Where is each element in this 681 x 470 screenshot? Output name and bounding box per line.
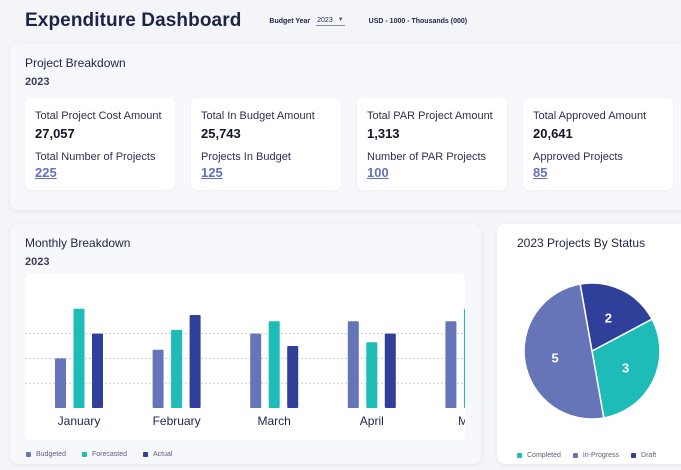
kpi-card-total-par: Total PAR Project Amount 1,313 Number of… bbox=[357, 98, 507, 190]
bar-forecasted-march bbox=[268, 321, 280, 408]
kpi-cards: Total Project Cost Amount 27,057 Total N… bbox=[25, 98, 673, 190]
monthly-breakdown-panel: Monthly Breakdown 2023 January February Ma… bbox=[10, 224, 481, 464]
x-tick-label: February bbox=[153, 414, 201, 428]
kpi-sub-label: Number of PAR Projects bbox=[367, 151, 487, 163]
bar-actual-april bbox=[384, 333, 396, 408]
bar-chart-svg: January February March April May bbox=[25, 308, 465, 428]
legend-item-budgeted: Budgeted bbox=[26, 451, 66, 458]
kpi-card-total-project-cost: Total Project Cost Amount 27,057 Total N… bbox=[25, 98, 175, 190]
kpi-value: 1,313 bbox=[367, 126, 400, 141]
legend-label: Actual bbox=[153, 451, 173, 458]
bar-actual-march bbox=[287, 346, 299, 408]
kpi-card-total-in-budget: Total In Budget Amount 25,743 Projects I… bbox=[191, 98, 341, 190]
budget-year-label: Budget Year bbox=[269, 17, 311, 25]
legend-swatch bbox=[572, 453, 578, 458]
total-projects-link[interactable]: 225 bbox=[35, 165, 57, 180]
x-tick-label: May bbox=[458, 414, 465, 428]
kpi-sub-label: Projects In Budget bbox=[201, 151, 291, 163]
kpi-card-total-approved: Total Approved Amount 20,641 Approved Pr… bbox=[523, 98, 673, 190]
legend-item-forecasted: Forecasted bbox=[81, 451, 128, 458]
bar-budgeted-march bbox=[250, 333, 262, 408]
projects-in-budget-link[interactable]: 125 bbox=[201, 165, 223, 180]
approved-projects-link[interactable]: 85 bbox=[533, 165, 547, 180]
legend-label: Budgeted bbox=[36, 451, 66, 458]
legend-swatch bbox=[631, 453, 637, 458]
bar-budgeted-may bbox=[445, 321, 457, 408]
monthly-breakdown-title: Monthly Breakdown bbox=[25, 236, 131, 250]
kpi-label: Total Project Cost Amount bbox=[35, 110, 162, 122]
legend-swatch bbox=[81, 452, 87, 457]
currency-note: USD - 1000 - Thousands (000) bbox=[368, 17, 468, 25]
bar-forecasted-february bbox=[171, 329, 183, 408]
chevron-down-icon: ▼ bbox=[337, 17, 344, 23]
bar-actual-january bbox=[92, 333, 103, 408]
legend-item-draft: Draft bbox=[631, 452, 656, 459]
kpi-sub-label: Total Number of Projects bbox=[35, 151, 156, 163]
budget-year-value: 2023 bbox=[317, 16, 333, 24]
pie-slice-label: 2 bbox=[605, 310, 612, 325]
x-tick-label: March bbox=[258, 414, 291, 428]
legend-item-actual: Actual bbox=[143, 451, 172, 458]
monthly-bar-chart: January February March April May bbox=[25, 274, 465, 440]
project-breakdown-title: Project Breakdown bbox=[25, 56, 126, 70]
bar-forecasted-january bbox=[73, 308, 85, 408]
project-breakdown-year: 2023 bbox=[25, 76, 50, 88]
page-title: Expenditure Dashboard bbox=[25, 10, 242, 31]
bar-budgeted-april bbox=[347, 321, 359, 408]
bar-chart-legend: Budgeted Forecasted Actual bbox=[26, 451, 172, 458]
x-tick-label: April bbox=[360, 414, 384, 428]
kpi-label: Total PAR Project Amount bbox=[367, 110, 493, 122]
status-pie-chart: 3 5 2 bbox=[517, 276, 667, 426]
kpi-value: 27,057 bbox=[35, 126, 75, 141]
legend-swatch bbox=[517, 453, 522, 458]
pie-chart-svg: 3 5 2 bbox=[523, 282, 661, 420]
par-projects-link[interactable]: 100 bbox=[367, 165, 389, 180]
budget-year-select[interactable]: 2023 ▼ bbox=[316, 17, 345, 26]
status-panel: 2023 Projects By Status 3 5 2 Completed In-… bbox=[497, 224, 681, 464]
legend-swatch bbox=[26, 452, 31, 457]
header: Expenditure Dashboard Budget Year 2023 ▼… bbox=[25, 8, 675, 34]
kpi-label: Total In Budget Amount bbox=[201, 110, 315, 122]
monthly-breakdown-year: 2023 bbox=[25, 256, 50, 268]
kpi-value: 25,743 bbox=[201, 126, 241, 141]
kpi-label: Total Approved Amount bbox=[533, 110, 647, 122]
pie-slice-label: 5 bbox=[552, 350, 559, 365]
legend-swatch bbox=[143, 452, 149, 457]
pie-chart-legend: Completed In-Progress Draft bbox=[517, 452, 656, 459]
legend-label: Draft bbox=[641, 452, 657, 459]
bar-forecasted-may bbox=[463, 308, 465, 408]
legend-label: Completed bbox=[527, 452, 561, 459]
bar-budgeted-february bbox=[152, 349, 164, 408]
x-tick-label: January bbox=[58, 414, 101, 428]
kpi-value: 20,641 bbox=[533, 126, 573, 141]
bar-forecasted-april bbox=[366, 342, 378, 408]
status-chart-title: 2023 Projects By Status bbox=[517, 236, 646, 250]
kpi-sub-label: Approved Projects bbox=[533, 151, 623, 163]
legend-item-completed: Completed bbox=[517, 452, 561, 459]
bar-budgeted-january bbox=[55, 358, 66, 408]
legend-item-in-progress: In-Progress bbox=[572, 452, 620, 459]
legend-label: In-Progress bbox=[582, 452, 620, 459]
project-breakdown-panel: Project Breakdown 2023 Total Project Cos… bbox=[10, 44, 681, 210]
legend-label: Forecasted bbox=[91, 451, 128, 458]
pie-slice-label: 3 bbox=[622, 360, 629, 375]
bar-actual-february bbox=[189, 315, 201, 408]
